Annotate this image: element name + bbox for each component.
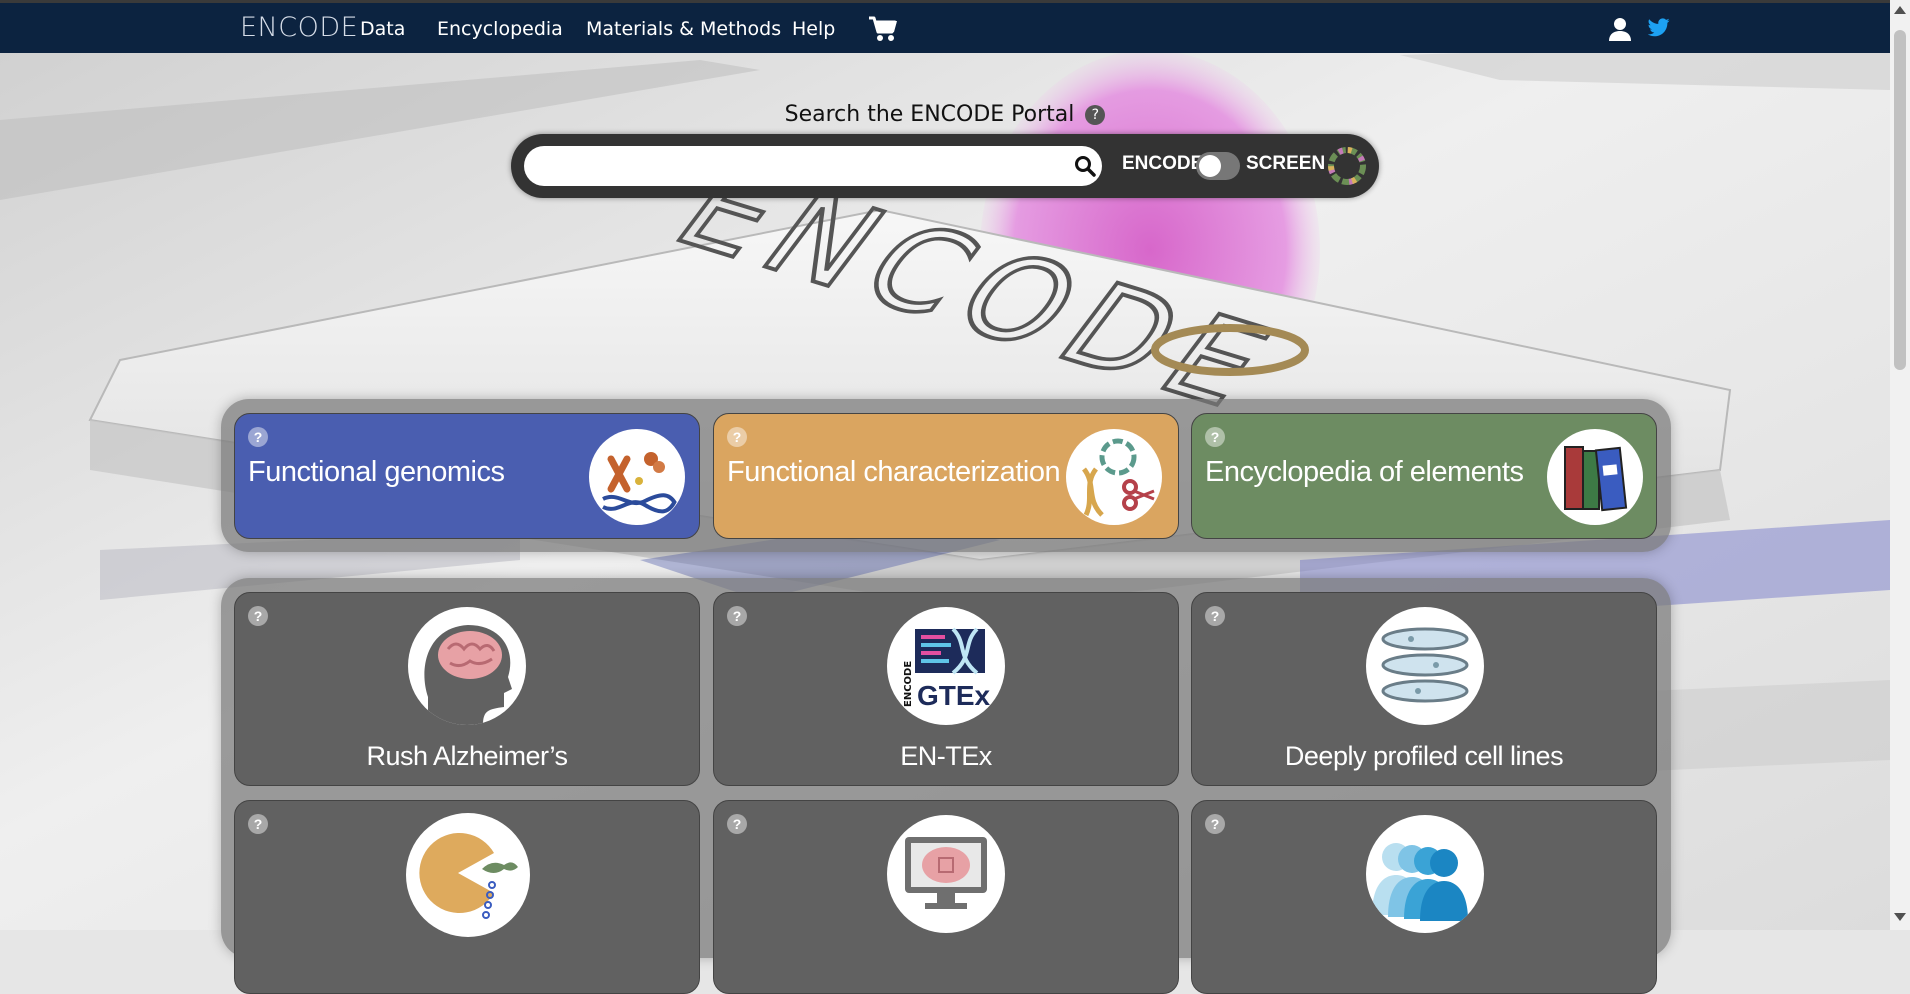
petri-dish-stack-icon [1366, 607, 1484, 725]
help-icon[interactable]: ? [1205, 427, 1225, 447]
help-icon[interactable]: ? [248, 606, 268, 626]
brand-logo[interactable]: ENCODE [240, 12, 358, 43]
help-icon[interactable]: ? [727, 606, 747, 626]
help-icon[interactable]: ? [727, 427, 747, 447]
toggle-label-encode: ENCODE [1122, 153, 1204, 174]
card-deeply-profiled-cell-lines[interactable]: ? Deeply profiled cell lines [1191, 592, 1657, 786]
search-heading-text: Search the ENCODE Portal [784, 102, 1075, 127]
scroll-up-arrow-icon[interactable] [1894, 6, 1906, 14]
card-rush-alzheimers[interactable]: ? Rush Alzheimer’s [234, 592, 700, 786]
search-heading: Search the ENCODE Portal ? [0, 102, 1890, 127]
user-icon[interactable] [1608, 17, 1632, 46]
card-functional-genomics[interactable]: ? Functional genomics [234, 413, 700, 539]
help-icon[interactable]: ? [248, 427, 268, 447]
card-project-6[interactable]: ? [1191, 800, 1657, 994]
card-title: Functional characterization [727, 456, 1061, 488]
help-icon[interactable]: ? [248, 814, 268, 834]
people-silhouettes-icon [1366, 815, 1484, 933]
dna-scissors-icon [1066, 429, 1162, 525]
search-input[interactable] [524, 146, 1102, 186]
encode-gtex-icon: ENCODE GTEx [887, 607, 1005, 725]
card-title: Rush Alzheimer’s [366, 741, 568, 771]
twitter-icon[interactable] [1647, 18, 1670, 42]
brain-head-icon [408, 607, 526, 725]
books-icon [1547, 429, 1643, 525]
help-icon[interactable]: ? [1205, 814, 1225, 834]
nav-item-materials-methods[interactable]: Materials & Methods [586, 18, 781, 40]
card-functional-characterization[interactable]: ? Functional characterization [713, 413, 1179, 539]
card-title: Functional genomics [248, 456, 505, 488]
scrollbar-thumb[interactable] [1894, 30, 1906, 370]
encode-screen-toggle[interactable] [1196, 152, 1240, 180]
help-icon[interactable]: ? [727, 814, 747, 834]
search-help-icon[interactable]: ? [1085, 105, 1106, 125]
scroll-down-arrow-icon[interactable] [1894, 913, 1906, 921]
help-icon[interactable]: ? [1205, 606, 1225, 626]
card-encyclopedia-of-elements[interactable]: ? Encyclopedia of elements [1191, 413, 1657, 539]
cart-icon[interactable] [868, 15, 898, 48]
card-title: Deeply profiled cell lines [1284, 741, 1564, 771]
brain-computer-icon [887, 815, 1005, 933]
encode-vertical-text: ENCODE [903, 661, 914, 707]
card-en-tex[interactable]: ? ENCODE GTEx EN-TEx [713, 592, 1179, 786]
search-icon[interactable] [1074, 155, 1096, 182]
toggle-label-screen: SCREEN [1246, 153, 1326, 174]
nav-item-help[interactable]: Help [792, 18, 835, 40]
card-title: EN-TEx [900, 741, 992, 771]
pacman-dna-icon [406, 813, 530, 937]
gtex-text: GTEx [917, 680, 991, 711]
card-title: Encyclopedia of elements [1205, 456, 1524, 488]
screen-logo-icon [1327, 146, 1367, 186]
toggle-knob [1199, 155, 1221, 177]
search-bar: ENCODE SCREEN [511, 134, 1379, 198]
nav-item-encyclopedia[interactable]: Encyclopedia [437, 18, 563, 40]
card-project-5[interactable]: ? [713, 800, 1179, 994]
top-navigation-bar: ENCODE Data Encyclopedia Materials & Met… [0, 0, 1890, 53]
card-project-4[interactable]: ? [234, 800, 700, 994]
chromosome-dna-icon [589, 429, 685, 525]
nav-item-data[interactable]: Data [360, 18, 405, 40]
